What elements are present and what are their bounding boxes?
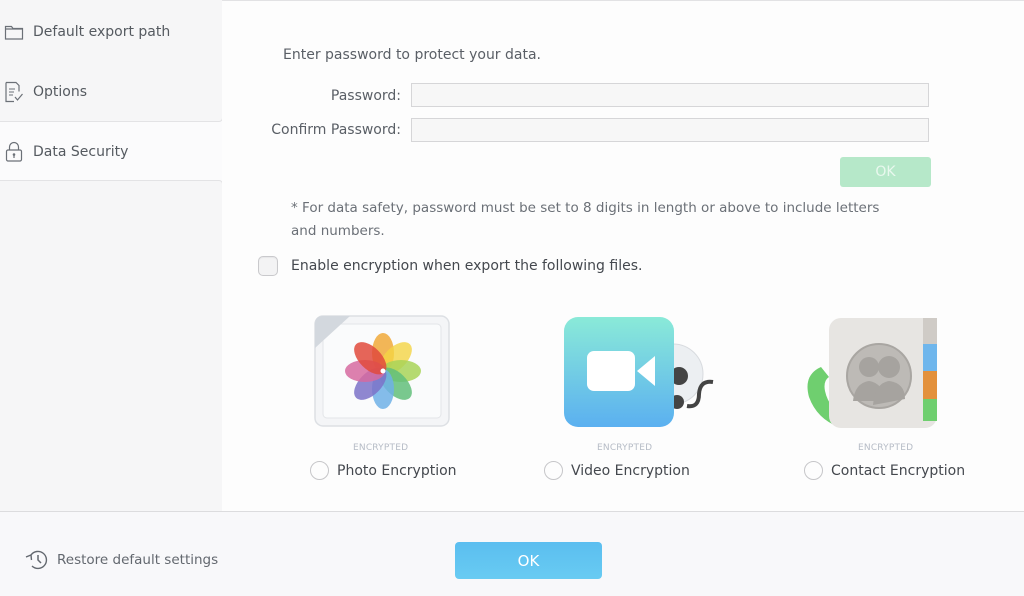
photo-encryption-radio[interactable] xyxy=(310,461,329,480)
confirm-password-label: Confirm Password: xyxy=(271,122,401,138)
sidebar-item-label: Options xyxy=(33,84,88,100)
password-label: Password: xyxy=(330,88,401,104)
restore-label: Restore default settings xyxy=(57,552,219,568)
history-restore-icon xyxy=(25,549,49,571)
password-note: * For data safety, password must be set … xyxy=(291,200,880,239)
enable-encryption-row[interactable]: Enable encryption when export the follow… xyxy=(258,256,642,276)
photo-encrypted-tag: ENCRYPTED xyxy=(353,443,409,453)
sidebar: Default export path Options Data Securit… xyxy=(0,0,223,513)
sidebar-item-data-security[interactable]: Data Security xyxy=(0,132,220,172)
sidebar-item-label: Data Security xyxy=(33,144,129,160)
photo-encryption-radio-row[interactable]: Photo Encryption xyxy=(310,461,457,480)
sidebar-item-options[interactable]: Options xyxy=(0,72,220,112)
video-encryption-label: Video Encryption xyxy=(571,462,690,479)
sidebar-item-label: Default export path xyxy=(33,24,171,40)
video-encryption-radio[interactable] xyxy=(544,461,563,480)
contact-encryption-option[interactable] xyxy=(803,317,939,433)
footer-divider xyxy=(0,511,1024,512)
contact-encryption-radio-row[interactable]: Contact Encryption xyxy=(804,461,965,480)
checklist-document-icon xyxy=(3,81,25,103)
photo-encryption-label: Photo Encryption xyxy=(337,462,457,479)
contacts-icon xyxy=(807,318,937,428)
contact-encrypted-tag: ENCRYPTED xyxy=(858,443,914,453)
restore-default-settings-button[interactable]: Restore default settings xyxy=(25,549,218,571)
video-encryption-option[interactable] xyxy=(563,316,723,432)
photos-icon xyxy=(314,315,450,427)
sidebar-card-bottom xyxy=(0,180,223,513)
confirm-password-input[interactable] xyxy=(411,118,929,142)
ok-button[interactable]: OK xyxy=(455,542,602,579)
enable-encryption-checkbox[interactable] xyxy=(258,256,278,276)
video-encrypted-tag: ENCRYPTED xyxy=(597,443,653,453)
photo-encryption-option[interactable] xyxy=(314,312,452,434)
folder-icon xyxy=(3,21,25,43)
contact-encryption-radio[interactable] xyxy=(804,461,823,480)
contact-encryption-label: Contact Encryption xyxy=(831,462,966,479)
video-encryption-radio-row[interactable]: Video Encryption xyxy=(544,461,690,480)
password-input[interactable] xyxy=(411,83,929,107)
video-camera-icon xyxy=(564,317,714,427)
enable-encryption-label: Enable encryption when export the follow… xyxy=(291,258,643,274)
lock-icon xyxy=(3,141,25,163)
sidebar-item-default-export-path[interactable]: Default export path xyxy=(0,12,220,52)
intro-text: Enter password to protect your data. xyxy=(283,47,542,63)
password-ok-button[interactable]: OK xyxy=(840,157,931,187)
